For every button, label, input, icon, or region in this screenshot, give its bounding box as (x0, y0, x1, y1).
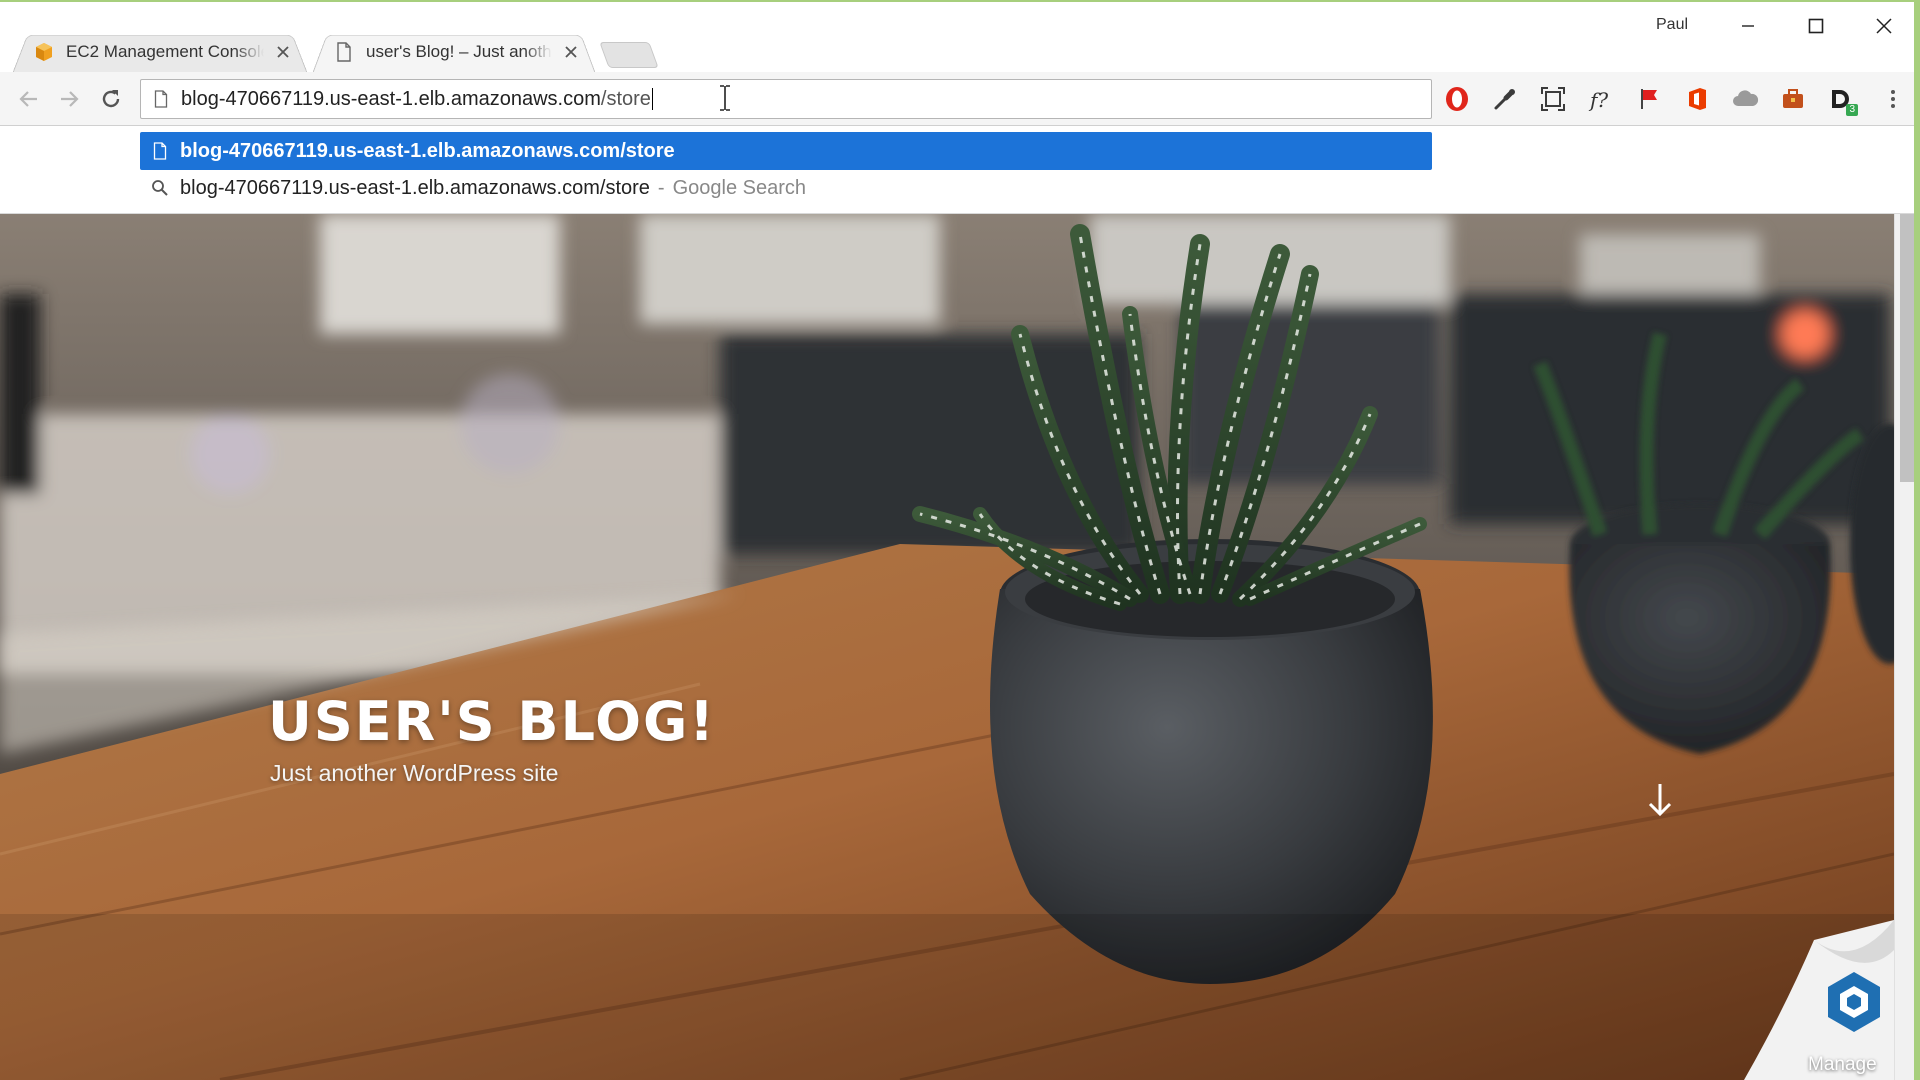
suggestion-url[interactable]: blog-470667119.us-east-1.elb.amazonaws.c… (140, 132, 1432, 170)
svg-text:f?: f? (1588, 88, 1608, 112)
arrow-left-icon (19, 91, 37, 107)
close-icon (1876, 18, 1892, 34)
briefcase-icon[interactable] (1776, 82, 1810, 116)
opera-o-icon[interactable] (1440, 82, 1474, 116)
extension-badge-count: 3 (1846, 104, 1858, 116)
text-cursor-icon (720, 85, 730, 111)
red-flag-icon[interactable] (1632, 82, 1666, 116)
window-border (1914, 0, 1920, 1080)
title-bar: EC2 Management Console user's Blog! – Ju… (0, 0, 1920, 74)
site-title[interactable]: USER'S BLOG! (268, 690, 716, 753)
minimize-icon (1742, 25, 1754, 27)
maximize-button[interactable] (1790, 8, 1842, 44)
minimize-button[interactable] (1722, 8, 1774, 44)
close-window-button[interactable] (1858, 8, 1910, 44)
text-caret (651, 88, 653, 111)
maximize-icon (1808, 18, 1824, 34)
page-icon (141, 80, 181, 118)
extension-icons: f? 3 (1440, 82, 1872, 116)
suggestion-search[interactable]: blog-470667119.us-east-1.elb.amazonaws.c… (140, 169, 1432, 207)
forward-button[interactable] (52, 82, 86, 116)
manage-label[interactable]: Manage (1808, 1054, 1877, 1076)
close-icon[interactable] (560, 41, 582, 63)
d-badge-icon[interactable]: 3 (1824, 82, 1858, 116)
suggestion-description: Google Search (672, 176, 806, 199)
reload-icon (102, 90, 120, 108)
aws-cube-icon (34, 42, 54, 62)
more-menu-button[interactable] (1876, 82, 1910, 116)
tab-ec2-console[interactable]: EC2 Management Console (12, 30, 308, 74)
screenshot-frame-icon[interactable] (1536, 82, 1570, 116)
suggestion-text: blog-470667119.us-east-1.elb.amazonaws.c… (180, 139, 675, 162)
page-icon (140, 132, 180, 170)
hero-image (0, 214, 1894, 1080)
suggestion-text: blog-470667119.us-east-1.elb.amazonaws.c… (180, 176, 650, 199)
site-tagline: Just another WordPress site (270, 760, 559, 786)
arrow-right-icon (61, 91, 79, 107)
suggestion-separator: - (657, 176, 665, 199)
function-f-icon[interactable]: f? (1584, 82, 1618, 116)
office-icon[interactable] (1680, 82, 1714, 116)
profile-name[interactable]: Paul (1656, 16, 1688, 34)
close-icon[interactable] (272, 41, 294, 63)
page-icon (334, 42, 354, 62)
address-host: blog-470667119.us-east-1.elb.amazonaws.c… (181, 87, 601, 110)
back-button[interactable] (12, 82, 46, 116)
address-path: /store (600, 87, 651, 110)
browser-toolbar: blog-470667119.us-east-1.elb.amazonaws.c… (0, 72, 1920, 126)
autocomplete-dropdown: blog-470667119.us-east-1.elb.amazonaws.c… (0, 126, 1920, 214)
new-tab-button[interactable] (599, 42, 659, 68)
tab-title: EC2 Management Console (66, 42, 264, 61)
search-icon (140, 169, 180, 207)
tab-title: user's Blog! – Just another WordPress si… (366, 42, 552, 61)
eyedropper-icon[interactable] (1488, 82, 1522, 116)
cloud-icon[interactable] (1728, 82, 1762, 116)
arrow-down-icon[interactable] (1642, 780, 1678, 820)
address-text[interactable]: blog-470667119.us-east-1.elb.amazonaws.c… (181, 88, 653, 111)
address-bar[interactable]: blog-470667119.us-east-1.elb.amazonaws.c… (140, 79, 1432, 119)
page-viewport: USER'S BLOG! Just another WordPress site (0, 214, 1894, 1080)
reload-button[interactable] (94, 82, 128, 116)
tab-users-blog[interactable]: user's Blog! – Just another WordPress si… (312, 30, 596, 74)
